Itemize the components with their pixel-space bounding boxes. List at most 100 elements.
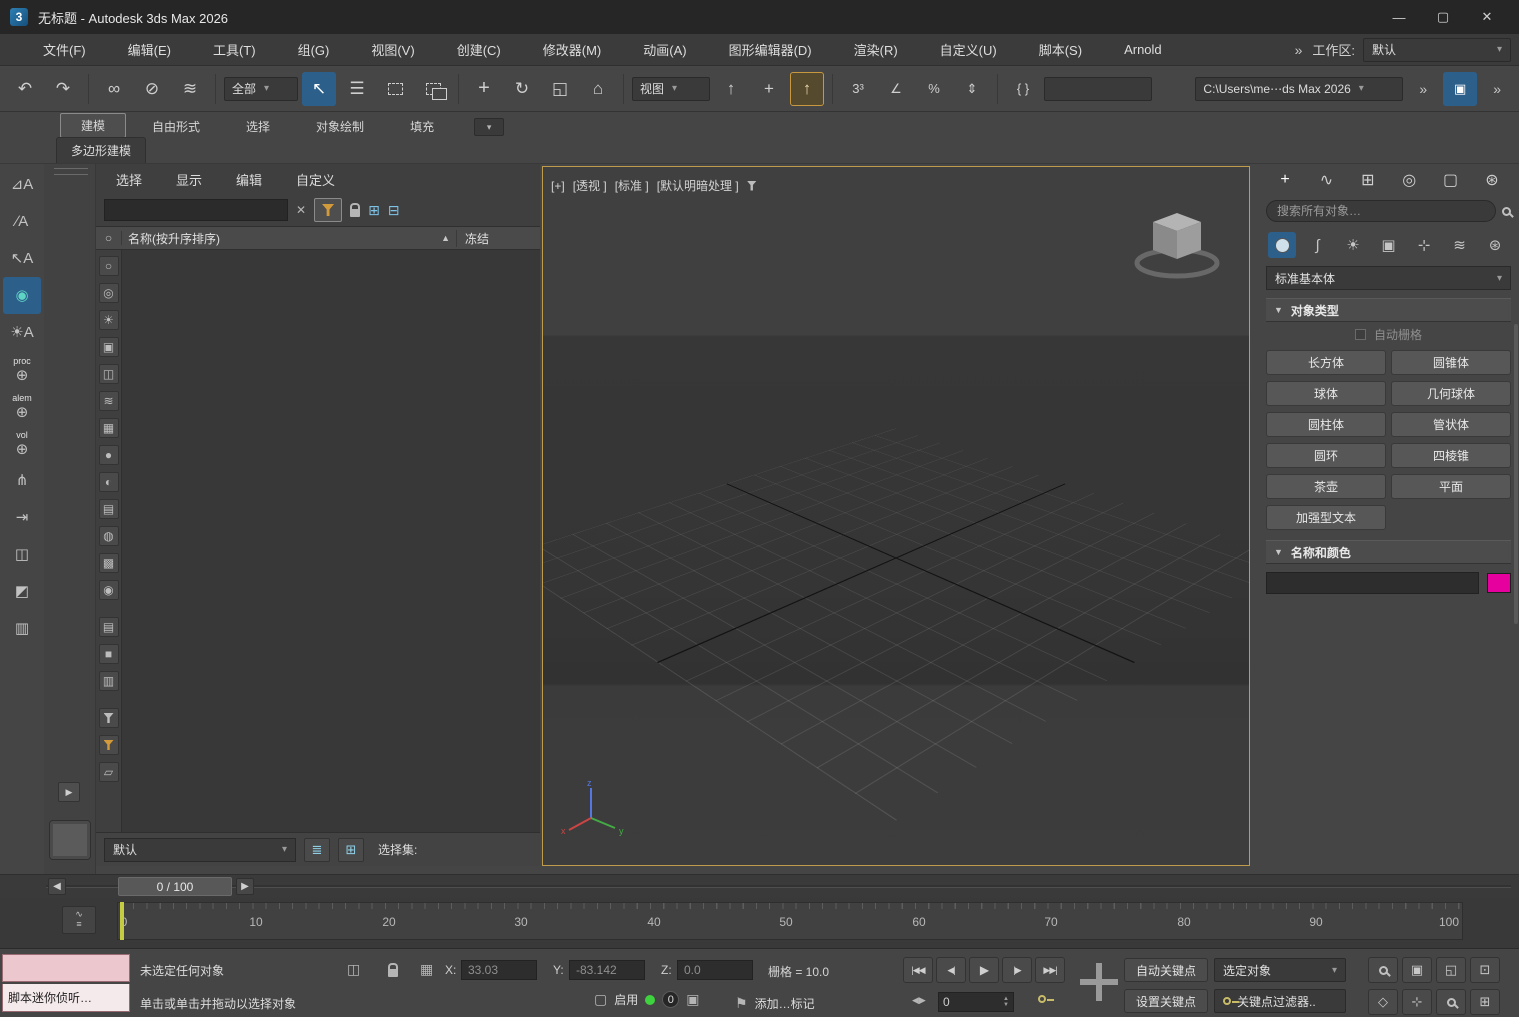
zoom-all-button[interactable]: ▣ [1402, 957, 1432, 983]
bind-to-space-warp-button[interactable]: ≋ [173, 72, 207, 106]
menu-scripting[interactable]: 脚本(S) [1018, 40, 1103, 59]
lock-icon[interactable] [350, 209, 360, 217]
left-tool-alembic-icon[interactable]: alem⊕ [3, 388, 41, 425]
filter-materials-icon[interactable]: ◐ [99, 472, 119, 492]
tab-hierarchy-icon[interactable]: ⊞ [1353, 167, 1383, 193]
use-pivot-flyout-button[interactable]: ↑ [790, 72, 824, 106]
current-frame-spinner[interactable]: 0 ▲▼ [938, 992, 1014, 1012]
filter-hidden-icon[interactable]: ◉ [99, 580, 119, 600]
sort-ascending-icon[interactable]: ▲ [441, 233, 450, 243]
maxscript-mini-listener[interactable] [2, 954, 130, 982]
clear-search-icon[interactable]: ✕ [296, 203, 306, 217]
menu-tools[interactable]: 工具(T) [192, 40, 277, 59]
filter-groups-icon[interactable]: ◎ [99, 283, 119, 303]
x-coordinate-field[interactable]: 33.03 [461, 960, 537, 980]
left-tool-split-view-icon[interactable]: ▥ [3, 610, 41, 647]
ribbon-tab-freeform[interactable]: 自由形式 [132, 115, 220, 138]
torus-button[interactable]: 圆环 [1266, 443, 1386, 468]
selection-lock-icon[interactable] [388, 969, 398, 977]
menu-file[interactable]: 文件(F) [22, 40, 107, 59]
enable-label[interactable]: 启用 [614, 991, 638, 1008]
tab-utilities-icon[interactable]: ⊛ [1477, 167, 1507, 193]
tab-display-icon[interactable]: ▢ [1436, 167, 1466, 193]
subcategory-dropdown[interactable]: 标准基本体 ▾ [1266, 266, 1511, 290]
type-column-icon[interactable]: ○ [96, 231, 122, 245]
select-and-link-button[interactable]: ∞ [97, 72, 131, 106]
perspective-viewport[interactable]: [+] [透视 ] [标准 ] [默认明暗处理 ] [542, 166, 1250, 866]
maximize-button[interactable]: ▢ [1421, 2, 1465, 32]
menu-arnold[interactable]: Arnold [1103, 42, 1183, 57]
key-mode-toggle-icon[interactable] [1038, 995, 1046, 1003]
rectangular-selection-region-button[interactable] [378, 72, 412, 106]
y-coordinate-field[interactable]: -83.142 [569, 960, 645, 980]
left-tool-teapot-icon[interactable]: ◉ [3, 277, 41, 314]
category-lights-icon[interactable]: ☀ [1339, 232, 1367, 258]
absolute-offset-mode-icon[interactable]: ▦ [420, 961, 433, 978]
close-button[interactable]: ✕ [1465, 2, 1509, 32]
explorer-menu-edit[interactable]: 编辑 [236, 170, 262, 189]
ribbon-subtab-polygon-modeling[interactable]: 多边形建模 [56, 137, 146, 163]
current-frame-marker[interactable] [120, 902, 124, 940]
angle-snap-toggle[interactable]: ∠ [879, 72, 913, 106]
go-to-start-button[interactable]: |◀◀ [903, 957, 933, 983]
toolbar-overflow-icon-2[interactable]: » [1493, 81, 1501, 97]
solid-view-icon[interactable]: ■ [99, 644, 119, 664]
object-color-swatch[interactable] [1487, 573, 1511, 593]
zoom-extents-all-button[interactable]: ⊡ [1470, 957, 1500, 983]
track-bar-ruler[interactable]: 0 10 20 30 40 50 60 70 80 90 100 [117, 902, 1463, 940]
snaps-toggle-3d[interactable]: 3³ [841, 72, 875, 106]
filter-lights-icon[interactable]: ☀ [99, 310, 119, 330]
left-tool-biped-icon[interactable]: ⋔ [3, 462, 41, 499]
add-time-tag[interactable]: ⚑ 添加…标记 [735, 995, 815, 1012]
cylinder-button[interactable]: 圆柱体 [1266, 412, 1386, 437]
left-tool-volume-icon[interactable]: vol⊕ [3, 425, 41, 462]
filter-helpers-icon[interactable]: ◫ [99, 364, 119, 384]
minimize-button[interactable]: — [1377, 2, 1421, 32]
menu-views[interactable]: 视图(V) [350, 40, 435, 59]
auto-key-button[interactable]: 自动关键点 [1124, 958, 1208, 982]
category-systems-icon[interactable]: ⊛ [1481, 232, 1509, 258]
spinner-snap-toggle[interactable]: ⇕ [955, 72, 989, 106]
filter-all-icon[interactable]: ○ [99, 256, 119, 276]
command-panel-scrollbar[interactable] [1514, 324, 1518, 624]
next-frame-button[interactable]: ▶ [236, 878, 254, 895]
category-shapes-icon[interactable]: ∫ [1304, 232, 1332, 258]
menu-rendering[interactable]: 渲染(R) [833, 40, 919, 59]
left-tool-measure-icon[interactable]: ⊿A [3, 166, 41, 203]
left-tool-lamp-icon[interactable]: ☀A [3, 314, 41, 351]
viewport-layout-button[interactable] [49, 820, 91, 860]
select-and-move-button[interactable]: + [467, 72, 501, 106]
explorer-filter-button[interactable] [314, 198, 342, 222]
select-by-name-button[interactable]: ☰ [340, 72, 374, 106]
keyboard-shortcut-override-toggle[interactable]: { } [1006, 72, 1040, 106]
ribbon-tab-modeling[interactable]: 建模 [60, 113, 126, 138]
play-button[interactable]: ▶ [969, 957, 999, 983]
set-keys-button[interactable] [1080, 963, 1118, 1001]
ribbon-config-dropdown[interactable]: ▾ [474, 118, 504, 136]
geosphere-button[interactable]: 几何球体 [1391, 381, 1511, 406]
save-file-button[interactable]: ▣ [1443, 72, 1477, 106]
category-geometry-icon[interactable] [1268, 232, 1296, 258]
pan-view-button[interactable]: ⊹ [1402, 989, 1432, 1015]
set-key-button[interactable]: 设置关键点 [1124, 989, 1208, 1013]
filter-cameras-icon[interactable]: ▣ [99, 337, 119, 357]
viewport-menu-standard[interactable]: [标准 ] [615, 177, 649, 194]
cache-db-icon[interactable]: ▣ [686, 991, 699, 1008]
flat-list-mode-icon[interactable]: ⊟ [388, 202, 400, 219]
ribbon-tab-selection[interactable]: 选择 [226, 115, 290, 138]
text-plus-button[interactable]: 加强型文本 [1266, 505, 1386, 530]
cone-button[interactable]: 圆锥体 [1391, 350, 1511, 375]
search-icon[interactable] [1502, 207, 1511, 216]
filter-geometry-icon[interactable]: ▦ [99, 418, 119, 438]
zoom-extents-button[interactable]: ◱ [1436, 957, 1466, 983]
viewcube[interactable] [1131, 205, 1223, 288]
mini-curve-editor-button[interactable]: ∿ ≡ [62, 906, 96, 934]
selection-filter-dropdown[interactable]: 选定对象 ▾ [1214, 958, 1346, 982]
left-tool-duplicate-view-icon[interactable]: ◫ [3, 536, 41, 573]
filter-frozen-icon[interactable]: ▩ [99, 553, 119, 573]
key-filters-button[interactable]: 关键点过滤器.. [1214, 989, 1346, 1013]
viewport-menu-pov[interactable]: [透视 ] [573, 177, 607, 194]
orbit-button[interactable] [1436, 989, 1466, 1015]
ribbon-tab-populate[interactable]: 填充 [390, 115, 454, 138]
isolate-selection-icon[interactable]: ◫ [347, 961, 360, 978]
